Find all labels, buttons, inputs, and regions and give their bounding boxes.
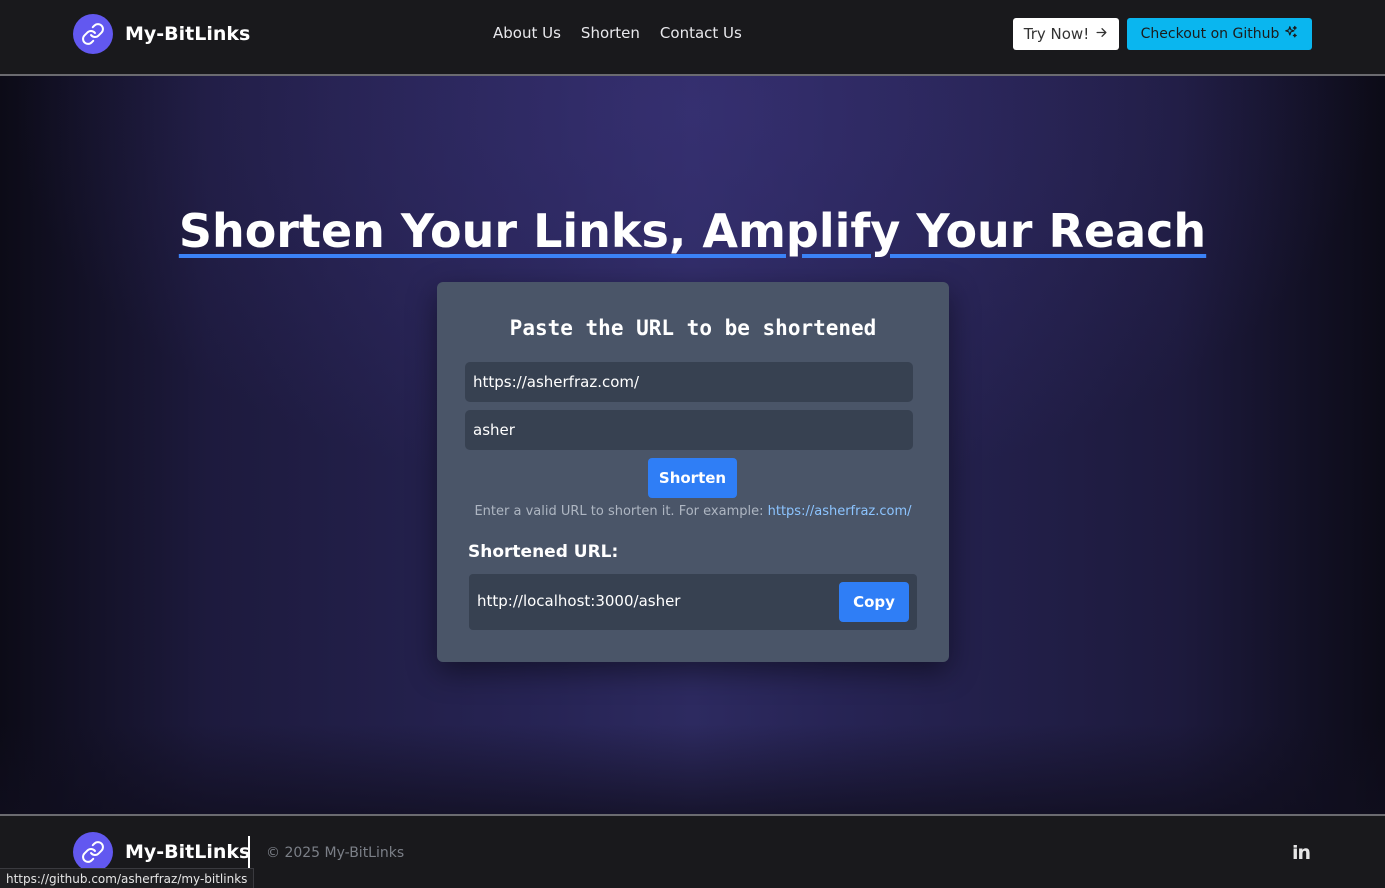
main-nav: About Us Shorten Contact Us (493, 24, 742, 42)
shortened-url-box: http://localhost:3000/asher Copy (469, 574, 917, 630)
example-link[interactable]: https://asherfraz.com/ (768, 504, 912, 519)
shortened-url-label: Shortened URL: (468, 542, 619, 562)
try-now-button[interactable]: Try Now! (1013, 18, 1119, 50)
sparkles-icon (1284, 25, 1298, 43)
nav-contact-us[interactable]: Contact Us (660, 24, 742, 42)
hint-text: Enter a valid URL to shorten it. For exa… (474, 504, 912, 519)
shorten-button[interactable]: Shorten (648, 458, 737, 498)
card-title: Paste the URL to be shortened (509, 316, 877, 340)
copy-button[interactable]: Copy (839, 582, 909, 622)
linkedin-icon[interactable]: in (1292, 842, 1311, 864)
footer-divider (248, 836, 250, 872)
brand[interactable]: My-BitLinks (73, 14, 250, 54)
hero-section: Shorten Your Links, Amplify Your Reach P… (0, 76, 1385, 814)
brand-name: My-BitLinks (125, 23, 251, 45)
github-button[interactable]: Checkout on Github (1127, 18, 1312, 50)
try-now-label: Try Now! (1023, 25, 1090, 43)
copyright-text: © 2025 My-BitLinks (266, 845, 405, 861)
navbar: My-BitLinks About Us Shorten Contact Us … (0, 0, 1385, 76)
shortened-url-value[interactable]: http://localhost:3000/asher (477, 592, 680, 610)
nav-shorten[interactable]: Shorten (581, 24, 640, 42)
nav-about-us[interactable]: About Us (493, 24, 561, 42)
url-input[interactable]: https://asherfraz.com/ (465, 362, 913, 402)
status-bar-url: https://github.com/asherfraz/my-bitlinks (0, 868, 255, 888)
shorten-card: Paste the URL to be shortened https://as… (437, 282, 949, 662)
hero-title: Shorten Your Links, Amplify Your Reach (178, 204, 1207, 258)
footer-brand[interactable]: My-BitLinks (73, 832, 250, 872)
arrow-right-icon (1095, 25, 1108, 43)
link-icon (73, 14, 113, 54)
footer-brand-name: My-BitLinks (125, 841, 251, 863)
github-label: Checkout on Github (1140, 26, 1280, 42)
alias-input[interactable]: asher (465, 410, 913, 450)
link-icon (73, 832, 113, 872)
